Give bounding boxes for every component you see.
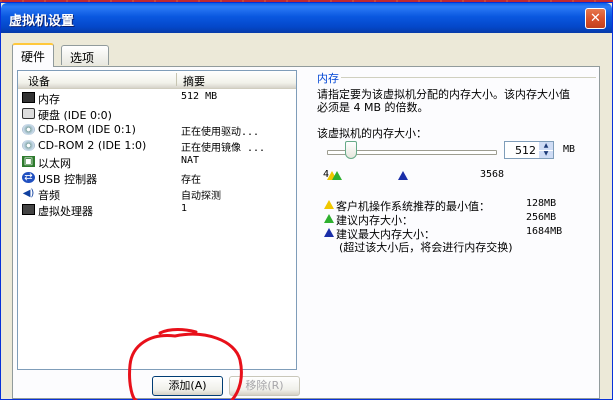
legend-row-recommended: 建议内存大小： 256MB bbox=[324, 212, 564, 227]
cdrom-icon bbox=[22, 140, 35, 151]
title-bar[interactable]: 虚拟机设置 ✕ bbox=[1, 3, 612, 33]
legend-value: 128MB bbox=[526, 198, 557, 209]
vm-settings-dialog: 虚拟机设置 ✕ 硬件 选项 设备 摘要 内存 512 MB 硬盘 (IDE 0:… bbox=[0, 2, 613, 400]
stepper-down-arrow-icon[interactable]: ▼ bbox=[539, 150, 553, 158]
legend-row-minimum: 客户机操作系统推荐的最小值： 128MB bbox=[324, 198, 564, 213]
device-name: 音频 bbox=[38, 189, 60, 202]
legend-value: 256MB bbox=[526, 212, 557, 223]
tab-options-label: 选项 bbox=[70, 51, 95, 65]
device-row-processor[interactable]: 虚拟处理器 1 bbox=[18, 202, 296, 218]
device-summary: 自动探测 bbox=[181, 191, 221, 202]
device-row-cdrom-2[interactable]: CD-ROM 2 (IDE 1:0) 正在使用镜像 ... bbox=[18, 138, 296, 154]
memory-field-label: 该虚拟机的内存大小： bbox=[317, 127, 427, 140]
device-row-ethernet[interactable]: ▣ 以太网 NAT bbox=[18, 154, 296, 170]
device-summary: NAT bbox=[181, 155, 200, 166]
device-list-header: 设备 摘要 bbox=[18, 71, 296, 89]
memory-group-title: 内存 bbox=[317, 72, 339, 85]
slider-max-label: 3568 bbox=[480, 169, 505, 180]
network-icon: ▣ bbox=[22, 156, 35, 167]
column-divider[interactable] bbox=[176, 73, 177, 86]
window-title: 虚拟机设置 bbox=[9, 14, 75, 29]
blue-triangle-icon bbox=[324, 228, 334, 237]
device-row-cdrom[interactable]: CD-ROM (IDE 0:1) 正在使用驱动... bbox=[18, 122, 296, 138]
device-list[interactable]: 设备 摘要 内存 512 MB 硬盘 (IDE 0:0) CD-ROM (IDE… bbox=[17, 70, 297, 370]
memory-size-value[interactable]: 512 bbox=[515, 144, 536, 157]
device-row-memory[interactable]: 内存 512 MB bbox=[18, 90, 296, 106]
device-name: 以太网 bbox=[38, 157, 71, 170]
add-button[interactable]: 添加(A) bbox=[152, 376, 223, 396]
green-triangle-icon bbox=[332, 171, 342, 180]
device-name: CD-ROM (IDE 0:1) bbox=[38, 123, 136, 136]
yellow-triangle-icon bbox=[324, 200, 334, 209]
tab-hardware-label: 硬件 bbox=[21, 50, 46, 64]
memory-unit-label: MB bbox=[563, 144, 576, 155]
remove-button[interactable]: 移除(R) bbox=[229, 376, 300, 396]
swap-note: (超过该大小后，将会进行内存交换) bbox=[339, 241, 513, 254]
stepper-buttons: ▲ ▼ bbox=[539, 142, 553, 158]
device-name: 虚拟处理器 bbox=[38, 205, 93, 218]
sound-icon: ◀) bbox=[22, 188, 35, 199]
blue-triangle-icon bbox=[398, 171, 408, 180]
device-row-usb[interactable]: ⇄ USB 控制器 存在 bbox=[18, 170, 296, 186]
green-triangle-icon bbox=[324, 214, 334, 223]
legend-value: 1684MB bbox=[526, 226, 563, 237]
processor-icon bbox=[22, 204, 35, 215]
memory-description: 请指定要为该虚拟机分配的内存大小。该内存大小值必须是 4 MB 的倍数。 bbox=[317, 88, 570, 114]
column-header-device[interactable]: 设备 bbox=[28, 73, 50, 89]
device-summary: 512 MB bbox=[181, 91, 218, 102]
tab-options[interactable]: 选项 bbox=[61, 45, 109, 65]
device-summary: 正在使用驱动... bbox=[181, 127, 260, 138]
device-name: 内存 bbox=[38, 93, 60, 106]
device-summary: 存在 bbox=[181, 175, 201, 186]
close-button[interactable]: ✕ bbox=[585, 8, 606, 29]
device-summary: 正在使用镜像 ... bbox=[181, 143, 266, 154]
group-divider bbox=[341, 77, 596, 78]
dialog-body: 硬件 选项 设备 摘要 内存 512 MB 硬盘 (IDE 0:0) CD-RO… bbox=[1, 33, 612, 399]
usb-icon: ⇄ bbox=[22, 172, 35, 183]
device-name: USB 控制器 bbox=[38, 173, 98, 186]
cdrom-icon bbox=[22, 124, 35, 135]
tab-hardware[interactable]: 硬件 bbox=[12, 43, 55, 67]
memory-size-stepper[interactable]: 512 ▲ ▼ bbox=[504, 141, 554, 159]
legend-row-maximum: 建议最大内存大小： 1684MB bbox=[324, 226, 564, 241]
memory-icon bbox=[22, 92, 35, 103]
device-name: 硬盘 (IDE 0:0) bbox=[38, 109, 112, 122]
device-row-hard-disk[interactable]: 硬盘 (IDE 0:0) bbox=[18, 106, 296, 122]
device-summary: 1 bbox=[181, 203, 188, 214]
column-header-summary[interactable]: 摘要 bbox=[183, 73, 205, 89]
device-row-sound[interactable]: ◀) 音频 自动探测 bbox=[18, 186, 296, 202]
device-name: CD-ROM 2 (IDE 1:0) bbox=[38, 139, 147, 152]
hard-disk-icon bbox=[22, 108, 35, 119]
memory-slider-thumb[interactable] bbox=[345, 141, 358, 159]
